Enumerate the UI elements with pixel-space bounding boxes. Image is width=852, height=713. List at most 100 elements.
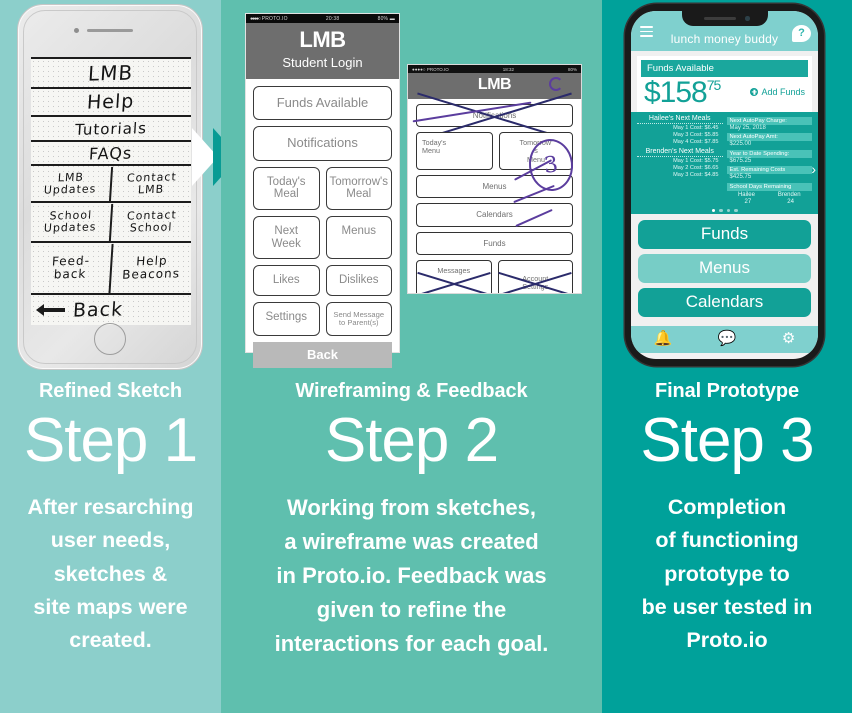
wireframe-button-dislikes[interactable]: Dislikes — [325, 265, 392, 296]
meal-group-brenden: Brenden's Next Meals May 1 Cost: $5.75 M… — [637, 148, 723, 178]
wireframe-button-tomorrows-meal[interactable]: Tomorrow's Meal — [325, 166, 392, 210]
back-arrow-icon — [36, 304, 65, 316]
carousel-dot[interactable] — [711, 208, 715, 212]
funds-panel-wrap: Funds Available $15875 Add Funds — [631, 51, 818, 112]
sketch-speaker — [87, 29, 133, 32]
meal-row: May 2 Cost: $6.65 — [673, 165, 719, 171]
status-battery: 80% — [377, 15, 389, 22]
wireframe-button-send-message[interactable]: Send Message to Parent(s) — [325, 301, 392, 337]
school-days-names: Hailee Brenden — [727, 191, 813, 198]
student-days: 27 — [744, 198, 752, 205]
chat-icon[interactable]: 💬 — [718, 331, 737, 346]
chevron-right-icon[interactable]: › — [811, 161, 816, 177]
add-funds-label: Add Funds — [761, 87, 805, 97]
wireframe-pair-meals: Today's Meal Tomorrow's Meal — [253, 166, 392, 210]
kicker-step-2: Wireframing & Feedback — [295, 380, 528, 402]
help-bubble-icon[interactable]: ? — [792, 25, 811, 42]
overlay-button-tomorrows-menu[interactable]: Tomorrow' s Menu — [499, 132, 573, 171]
sketch-row-feedback: Feed- back Help Beacons — [31, 241, 193, 295]
wireframe-button-next-week[interactable]: Next Week — [253, 215, 320, 260]
student-days: 24 — [787, 198, 794, 205]
carousel-dots[interactable] — [637, 205, 812, 215]
overlay-body: Notifications Today's Menu Tomorrow' s M… — [408, 99, 581, 293]
info-value: $425.75 — [729, 174, 752, 180]
kicker-step-3: Final Prototype — [654, 380, 800, 402]
status-time: 20:38 — [325, 15, 340, 22]
meal-group-title: Hailee's Next Meals — [637, 115, 723, 124]
info-label: Next AutoPay Amt: — [726, 133, 812, 141]
wireframe-button-settings[interactable]: Settings — [253, 301, 320, 337]
column-step-1: LMB Help Tutorials FAQs LMB Updates Cont… — [0, 0, 221, 713]
bell-icon[interactable]: 🔔 — [654, 331, 673, 346]
info-label: Year to Date Spending: — [726, 149, 812, 158]
sketch-home-button — [94, 323, 126, 355]
nav-button-funds[interactable]: Funds — [638, 220, 811, 249]
status-carrier: PROTO.IO — [261, 15, 288, 22]
meals-column: Hailee's Next Meals May 1 Cost: $6.45 Ma… — [637, 115, 723, 205]
prototype-phone-mockup: lunch money buddy ? Funds Available $158… — [625, 4, 824, 366]
meal-group-title: Brenden's Next Meals — [637, 148, 723, 157]
gear-icon[interactable]: ⚙ — [782, 331, 795, 346]
funds-amount-row: $15875 Add Funds — [641, 77, 808, 108]
wireframe-pair-week-menus: Next Week Menus — [253, 215, 392, 260]
wireframe-status-bar: ●●●●○ PROTO.IO 20:38 80% ▬ — [246, 14, 399, 23]
carousel-dot[interactable] — [719, 208, 723, 212]
earpiece-speaker — [703, 17, 736, 20]
sketch-cell-feedback: Feed- back — [51, 253, 91, 282]
funds-card: Funds Available $15875 Add Funds — [637, 56, 812, 112]
overlay-time: 18:32 — [502, 66, 515, 72]
caption-step-1: Refined Sketch Step 1 After resarching u… — [0, 380, 221, 658]
front-camera-icon — [745, 16, 750, 21]
step-label-3: Step 3 — [640, 406, 814, 475]
strikeout-mark-icon — [499, 261, 573, 293]
funds-available-header: Funds Available — [641, 60, 808, 77]
sketch-cell-school-updates: School Updates — [43, 208, 97, 235]
overlay-button-todays-menu[interactable]: Today's Menu — [416, 132, 493, 171]
overlay-button-menus[interactable]: Menus — [416, 175, 573, 199]
column-step-3: lunch money buddy ? Funds Available $158… — [602, 0, 852, 713]
nav-button-calendars[interactable]: Calendars — [638, 288, 811, 317]
sketch-screen: LMB Help Tutorials FAQs LMB Updates Cont… — [31, 57, 193, 325]
info-value: May 25, 2018 — [729, 124, 766, 131]
overlay-button-calendars[interactable]: Calendars — [416, 203, 573, 227]
hamburger-icon[interactable] — [640, 26, 653, 40]
sketch-row-school: School Updates Contact School — [31, 201, 193, 243]
overlay-button-messages-struck[interactable]: Messages — [416, 259, 492, 293]
wireframe-pair-likes: Likes Dislikes — [253, 265, 392, 296]
app-footer-bar: 🔔 💬 ⚙ — [631, 326, 818, 353]
add-funds-button[interactable]: Add Funds — [750, 87, 805, 97]
sketch-cell-help-beacons: Help Beacons — [108, 241, 193, 295]
phone-notch — [681, 11, 768, 26]
overlay-button-notifications-struck[interactable]: Notifications — [416, 104, 573, 128]
meal-row: May 4 Cost: $7.85 — [673, 139, 719, 145]
wireframe-button-menus[interactable]: Menus — [325, 215, 392, 260]
wireframe-pair-settings: Settings Send Message to Parent(s) — [253, 301, 392, 337]
wireframe-button-likes[interactable]: Likes — [253, 265, 320, 296]
sketch-row-faqs: FAQs — [31, 142, 191, 166]
overlay-pair-menus: Today's Menu Tomorrow' s Menu — [416, 132, 573, 171]
dashboard-columns: Hailee's Next Meals May 1 Cost: $6.45 Ma… — [637, 115, 812, 205]
wireframe-back-bar[interactable]: Back — [253, 342, 392, 369]
wireframe-logo: LMB — [299, 27, 346, 52]
wireframe-button-funds-available[interactable]: Funds Available — [253, 86, 392, 121]
strikeout-mark-icon — [417, 105, 572, 126]
school-days-label: School Days Remaining — [726, 182, 812, 191]
sketch-cell-lmb-updates: LMB Updates — [43, 170, 97, 197]
overlay-logo: LMB — [477, 76, 512, 93]
strikeout-mark-icon — [417, 261, 491, 293]
stage-wireframe: ●●●●○ PROTO.IO 20:38 80% ▬ LMB Student L… — [221, 0, 602, 370]
carousel-dot[interactable] — [726, 208, 730, 212]
wireframe-subtitle: Student Login — [282, 55, 363, 70]
overlay-button-funds[interactable]: Funds — [416, 231, 573, 255]
sketch-cell-contact-school: Contact School — [108, 201, 193, 243]
kicker-step-1: Refined Sketch — [38, 380, 183, 402]
carousel-dot[interactable] — [734, 208, 738, 212]
column-step-2: ●●●●○ PROTO.IO 20:38 80% ▬ LMB Student L… — [221, 0, 602, 713]
step-label-1: Step 1 — [23, 406, 198, 475]
wireframe-button-todays-meal[interactable]: Today's Meal — [253, 166, 320, 210]
info-value: $225.00 — [729, 141, 752, 147]
wireframe-button-notifications[interactable]: Notifications — [253, 126, 392, 161]
overlay-button-account-settings-struck[interactable]: Account Settings — [497, 259, 573, 293]
app-content: Funds Available $15875 Add Funds Hailee'… — [631, 51, 818, 214]
nav-button-menus[interactable]: Menus — [638, 254, 811, 283]
